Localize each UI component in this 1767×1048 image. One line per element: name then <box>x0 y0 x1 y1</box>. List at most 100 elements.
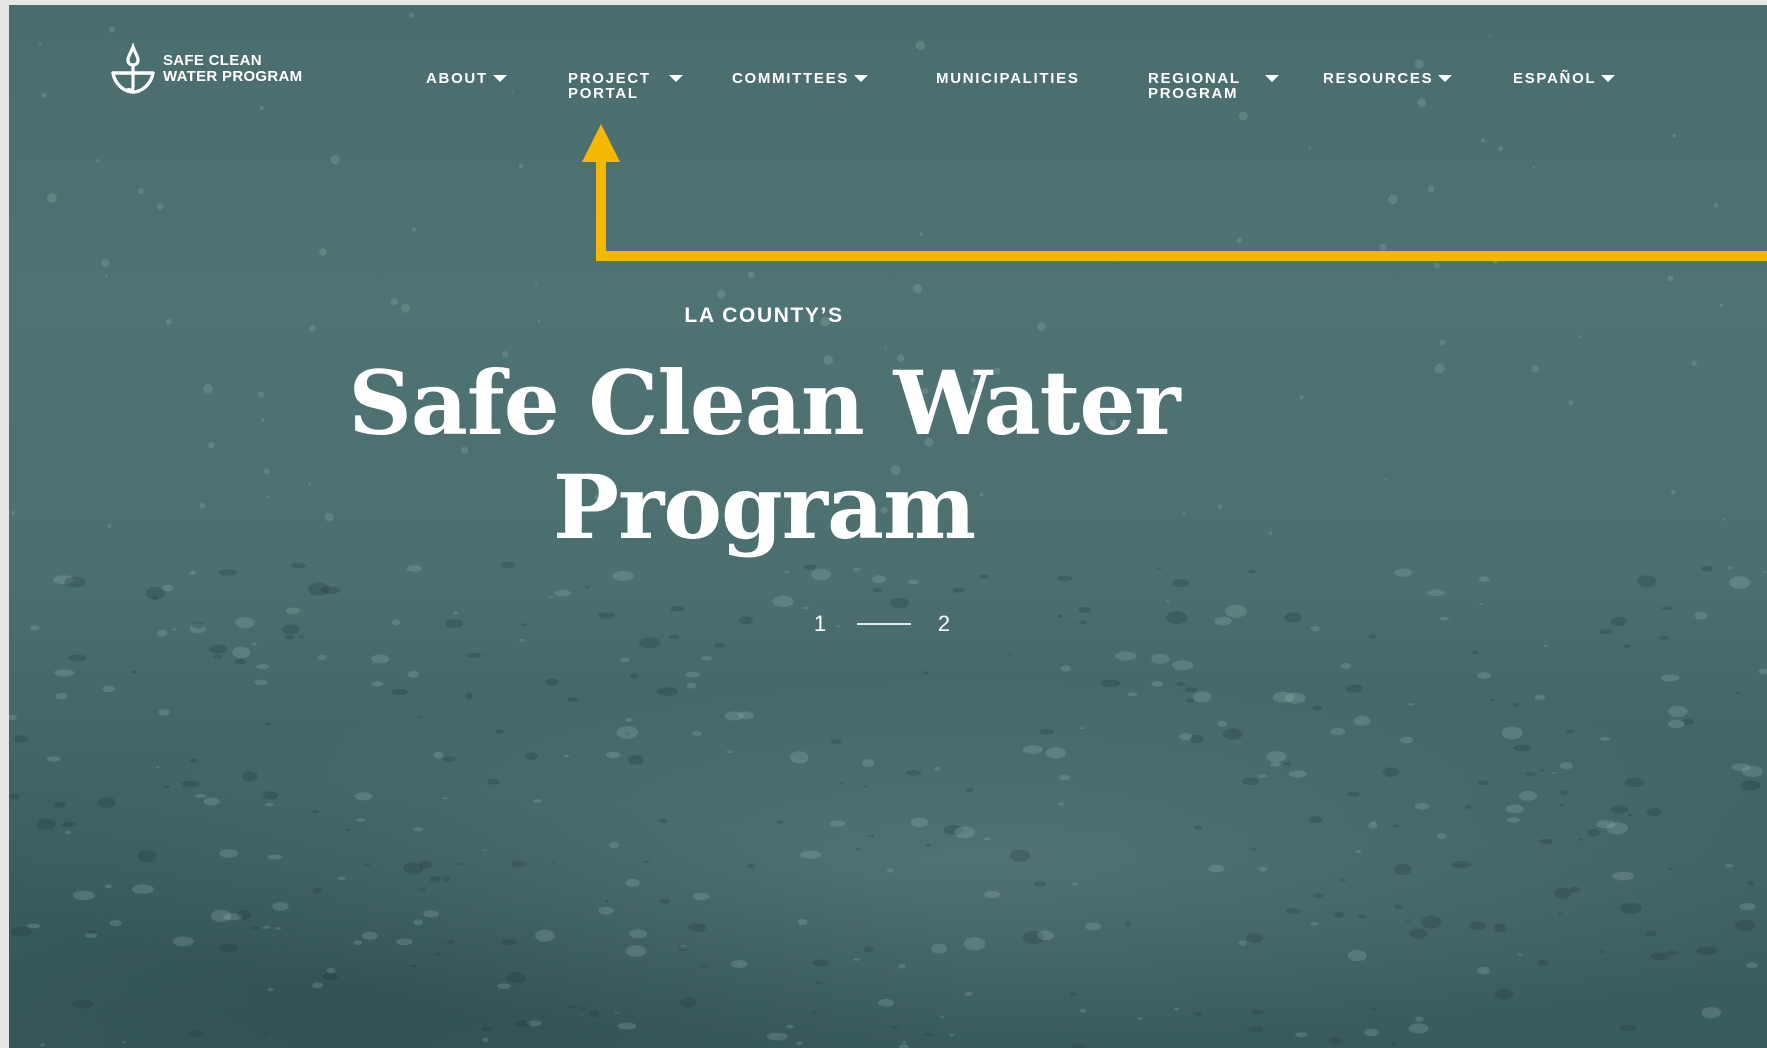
raindrop <box>1525 772 1537 776</box>
raindrop <box>598 906 614 915</box>
raindrop <box>1310 626 1320 632</box>
annotation-arrow-shaft <box>596 160 606 261</box>
raindrop <box>429 876 441 883</box>
raindrop <box>234 658 246 665</box>
raindrop <box>1408 1023 1429 1034</box>
raindrop <box>887 868 894 873</box>
raindrop <box>211 909 232 923</box>
raindrop <box>416 716 423 719</box>
falling-drop <box>46 192 57 203</box>
raindrop <box>218 569 237 576</box>
nav-project-portal[interactable]: PROJECT PORTAL <box>568 71 683 101</box>
raindrop <box>1436 833 1447 839</box>
raindrop <box>1357 915 1367 919</box>
raindrop <box>1700 565 1713 572</box>
raindrop <box>952 588 966 593</box>
logo-text: SAFE CLEAN WATER PROGRAM <box>163 53 302 85</box>
raindrop <box>442 797 448 800</box>
raindrop <box>815 981 822 985</box>
raindrop <box>1637 575 1657 588</box>
nav-project-portal-label: PROJECT PORTAL <box>568 71 664 101</box>
raindrop <box>1724 863 1734 868</box>
raindrop <box>1059 774 1070 781</box>
raindrop <box>625 878 640 888</box>
raindrop <box>1666 950 1678 955</box>
raindrop <box>811 568 831 581</box>
raindrop <box>1124 922 1132 927</box>
raindrop <box>840 782 845 784</box>
raindrop <box>86 930 96 934</box>
raindrop <box>934 766 941 771</box>
hero-title: Safe Clean Water Program <box>9 351 1643 559</box>
raindrop <box>1251 848 1257 851</box>
raindrop <box>625 945 647 957</box>
nav-resources[interactable]: RESOURCES <box>1323 71 1453 86</box>
raindrop <box>1746 962 1758 969</box>
falling-drop <box>1308 147 1312 150</box>
raindrop <box>1668 868 1673 870</box>
raindrop <box>1477 672 1492 679</box>
raindrop <box>700 656 712 661</box>
falling-drop <box>319 248 327 256</box>
raindrop <box>685 671 701 678</box>
falling-drop <box>1498 146 1503 151</box>
raindrop <box>434 952 441 956</box>
raindrop <box>362 931 379 940</box>
nav-regional-program-label: REGIONAL PROGRAM <box>1148 71 1260 101</box>
raindrop <box>1060 665 1072 672</box>
site-logo[interactable]: SAFE CLEAN WATER PROGRAM <box>109 43 302 95</box>
raindrop <box>130 670 138 674</box>
raindrop <box>158 709 171 716</box>
raindrop <box>61 822 77 828</box>
nav-about[interactable]: ABOUT <box>426 71 507 86</box>
raindrop <box>877 998 895 1007</box>
raindrop <box>1394 568 1413 577</box>
raindrop <box>1151 653 1170 664</box>
nav-espanol[interactable]: ESPAÑOL <box>1513 70 1616 87</box>
raindrop <box>1022 745 1044 754</box>
raindrop <box>181 780 200 788</box>
raindrop <box>1363 1028 1379 1037</box>
raindrop <box>797 918 808 926</box>
raindrop <box>812 1011 818 1015</box>
raindrop <box>1696 946 1718 956</box>
raindrop <box>1238 940 1247 946</box>
raindrop <box>371 654 390 664</box>
raindrop <box>29 625 40 631</box>
raindrop <box>1599 736 1611 741</box>
raindrop <box>482 1037 489 1043</box>
raindrop <box>297 635 305 639</box>
raindrop <box>1400 736 1414 744</box>
falling-drop <box>411 227 417 232</box>
nav-committees[interactable]: COMMITTEES <box>732 71 868 86</box>
raindrop <box>830 739 842 744</box>
raindrop <box>1151 680 1164 687</box>
raindrop <box>1185 687 1198 693</box>
falling-drop <box>1719 303 1724 308</box>
raindrop <box>1272 691 1295 703</box>
nav-espanol-label: ESPAÑOL <box>1513 70 1597 87</box>
raindrop <box>726 750 734 754</box>
raindrop <box>1610 805 1629 814</box>
raindrop <box>606 751 621 759</box>
falling-drop <box>518 163 524 169</box>
raindrop <box>1420 915 1442 929</box>
nav-municipalities[interactable]: MUNICIPALITIES <box>936 71 1080 86</box>
falling-drop <box>138 188 144 194</box>
nav-regional-program[interactable]: REGIONAL PROGRAM <box>1148 71 1279 101</box>
raindrop <box>659 818 668 823</box>
raindrop <box>692 892 710 900</box>
raindrop <box>1382 767 1400 777</box>
slide-1-button[interactable]: 1 <box>811 611 829 637</box>
raindrop <box>320 586 341 594</box>
raindrop <box>442 876 451 882</box>
nav-project-portal-text: PROJECT PORTAL <box>568 70 651 102</box>
falling-drop <box>1713 202 1719 208</box>
falling-drop <box>915 40 926 51</box>
raindrop <box>567 1005 575 1009</box>
raindrop <box>1328 1036 1342 1045</box>
raindrop <box>1222 728 1243 740</box>
raindrop <box>1058 614 1064 618</box>
raindrop <box>1494 988 1514 1000</box>
slide-2-button[interactable]: 2 <box>935 611 953 637</box>
